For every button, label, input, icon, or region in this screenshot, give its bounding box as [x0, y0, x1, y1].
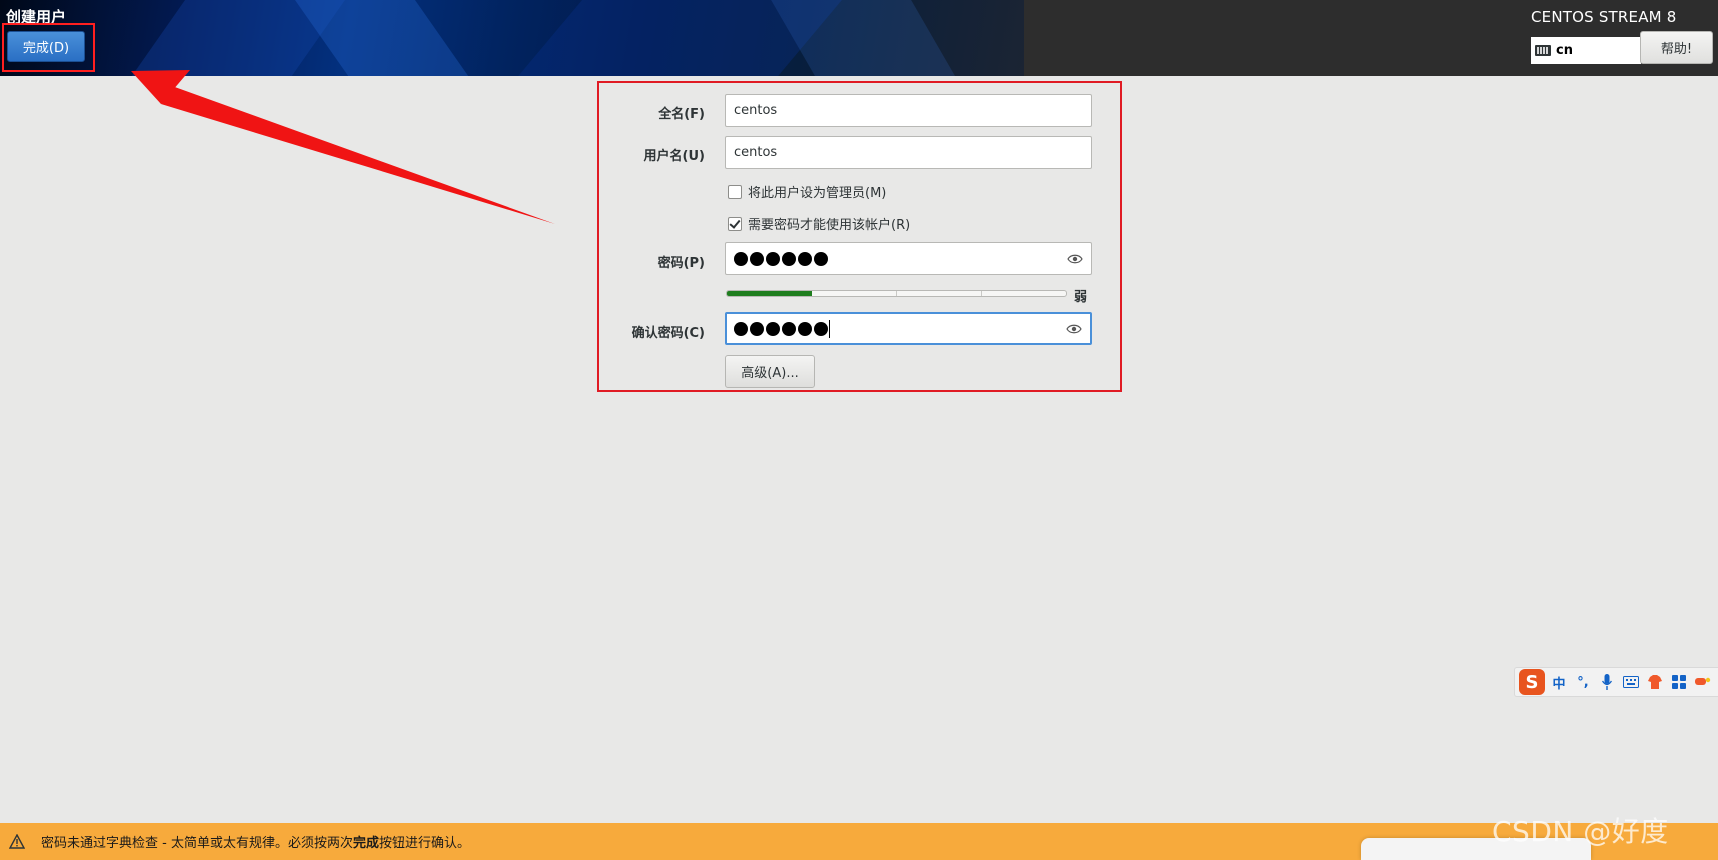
password-input[interactable] — [725, 242, 1092, 275]
password-strength-bar — [726, 290, 1067, 297]
keyboard-icon[interactable] — [1621, 672, 1641, 692]
password-dot — [798, 251, 812, 266]
password-label: 密码(P) — [657, 256, 705, 271]
username-value: centos — [734, 145, 778, 160]
form-highlight — [597, 81, 1122, 392]
admin-checkbox-label: 将此用户设为管理员(M) — [748, 186, 887, 201]
confirm-password-input[interactable] — [725, 312, 1092, 345]
admin-checkbox[interactable]: 将此用户设为管理员(M) — [728, 182, 886, 201]
fullname-input[interactable]: centos — [725, 94, 1092, 127]
text-caret — [829, 319, 830, 338]
ime-mode[interactable]: 中 — [1549, 672, 1569, 692]
password-dot — [782, 251, 796, 266]
ime-punct[interactable]: °, — [1573, 672, 1593, 692]
tools-icon[interactable] — [1693, 672, 1713, 692]
header-bar: 创建用户 完成(D) CENTOS STREAM 8 cn 帮助! — [0, 0, 1718, 76]
password-dot — [750, 251, 764, 266]
keyboard-layout-indicator[interactable]: cn — [1531, 37, 1641, 64]
fullname-value: centos — [734, 103, 778, 118]
done-button-highlight — [2, 23, 95, 72]
ime-logo[interactable]: S — [1519, 669, 1545, 695]
admin-checkbox-box[interactable] — [728, 184, 742, 199]
confirm-password-label: 确认密码(C) — [631, 326, 705, 341]
password-strength-fill — [727, 291, 812, 296]
require-password-checkbox-box[interactable] — [728, 216, 742, 231]
password-dot — [750, 321, 764, 336]
password-dot — [766, 251, 780, 266]
password-strength-label: 弱 — [1074, 290, 1088, 305]
password-dot — [734, 321, 748, 336]
ime-toolbar: S 中 °, — [1514, 667, 1718, 697]
grid-icon[interactable] — [1669, 672, 1689, 692]
keyboard-icon — [1535, 45, 1551, 56]
watermark: CSDN @好度 — [1492, 815, 1669, 848]
product-title: CENTOS STREAM 8 — [1531, 8, 1677, 26]
skin-icon[interactable] — [1645, 672, 1665, 692]
help-button[interactable]: 帮助! — [1640, 31, 1713, 64]
warning-icon — [9, 834, 25, 849]
password-dot — [814, 251, 828, 266]
require-password-checkbox[interactable]: 需要密码才能使用该帐户(R) — [728, 214, 910, 233]
password-dot — [734, 251, 748, 266]
username-label: 用户名(U) — [643, 149, 705, 164]
confirm-password-dots — [734, 321, 828, 336]
mic-icon[interactable] — [1597, 672, 1617, 692]
username-input[interactable]: centos — [725, 136, 1092, 169]
eye-icon[interactable] — [1066, 323, 1082, 335]
password-dot — [782, 321, 796, 336]
password-dot — [814, 321, 828, 336]
password-dot — [766, 321, 780, 336]
eye-icon[interactable] — [1067, 253, 1083, 265]
password-dot — [798, 321, 812, 336]
password-dots — [734, 251, 828, 266]
fullname-label: 全名(F) — [658, 107, 705, 122]
warning-text: 密码未通过字典检查 - 太简单或太有规律。必须按两次完成按钮进行确认。 — [41, 836, 470, 851]
advanced-button[interactable]: 高级(A)... — [725, 355, 815, 388]
header-artwork — [0, 0, 1024, 76]
keyboard-layout-label: cn — [1556, 43, 1573, 58]
require-password-checkbox-label: 需要密码才能使用该帐户(R) — [748, 218, 911, 233]
